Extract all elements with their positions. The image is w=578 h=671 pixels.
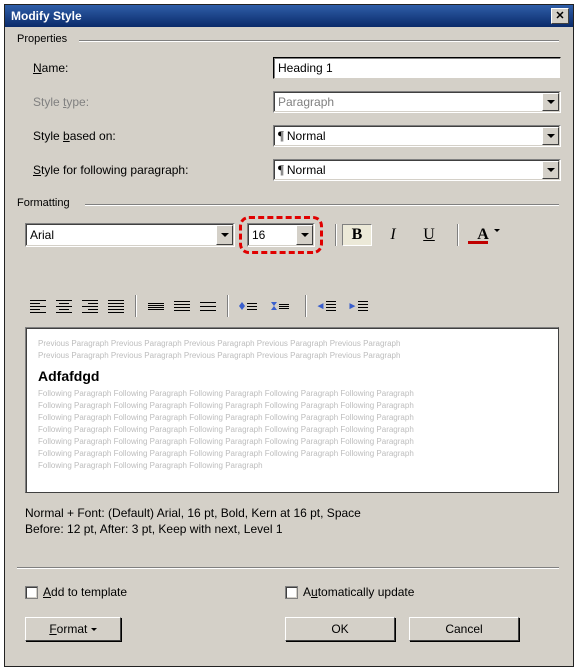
line-spacing-15-button[interactable]: [170, 295, 194, 317]
font-color-button[interactable]: A: [464, 224, 502, 246]
font-size-value: 16: [248, 228, 295, 242]
properties-group-label: Properties: [15, 33, 69, 45]
preview-follow-para: Following Paragraph Following Paragraph …: [38, 412, 546, 424]
divider: [79, 40, 559, 42]
preview-prev-para: Previous Paragraph Previous Paragraph Pr…: [38, 338, 546, 350]
bold-button[interactable]: B: [342, 224, 372, 246]
following-combo[interactable]: ¶Normal: [273, 159, 561, 181]
caret-down-icon: [547, 168, 555, 172]
window-title: Modify Style: [11, 9, 82, 23]
following-value: ¶Normal: [274, 162, 541, 178]
line-spacing-1-icon: [148, 303, 164, 310]
line-spacing-2-icon: [200, 302, 216, 311]
increase-indent-icon: ►: [348, 301, 375, 312]
space-before-decrease-button[interactable]: [268, 295, 298, 317]
preview-follow-para: Following Paragraph Following Paragraph …: [38, 388, 546, 400]
preview-follow-para: Following Paragraph Following Paragraph …: [38, 448, 546, 460]
divider: [17, 567, 559, 569]
checkbox-box: [285, 586, 298, 599]
align-right-button[interactable]: [78, 295, 102, 317]
italic-button[interactable]: I: [378, 224, 408, 246]
titlebar: Modify Style ✕: [5, 5, 573, 27]
preview-follow-para: Following Paragraph Following Paragraph …: [38, 400, 546, 412]
name-input[interactable]: Heading 1: [273, 57, 561, 79]
preview-prev-para: Previous Paragraph Previous Paragraph Pr…: [38, 350, 546, 362]
style-type-label: Style type:: [33, 95, 89, 109]
caret-down-icon: [301, 233, 309, 237]
close-button[interactable]: ✕: [551, 8, 569, 24]
caret-down-icon: [547, 134, 555, 138]
auto-update-label: Automatically update: [303, 585, 414, 599]
caret-down-icon: [221, 233, 229, 237]
cancel-label: Cancel: [445, 622, 482, 636]
caret-down-icon: [494, 232, 500, 250]
align-center-icon: [56, 300, 72, 313]
dialog-body: Properties Name: Heading 1 Style type: P…: [5, 27, 573, 666]
preview-sample-text: Adfafdgd: [38, 368, 546, 384]
increase-indent-button[interactable]: ►: [346, 295, 376, 317]
based-on-value: ¶Normal: [274, 128, 541, 144]
add-to-template-checkbox[interactable]: Add to template: [25, 585, 127, 599]
close-icon: ✕: [555, 11, 564, 22]
decrease-indent-button[interactable]: ◄: [314, 295, 344, 317]
space-before-icon: [239, 302, 263, 310]
following-label: Style for following paragraph:: [33, 163, 188, 177]
add-to-template-label: Add to template: [43, 585, 127, 599]
caret-down-icon: [91, 628, 97, 631]
preview-follow-para: Following Paragraph Following Paragraph …: [38, 460, 546, 472]
style-type-value: Paragraph: [274, 95, 541, 109]
auto-update-checkbox[interactable]: Automatically update: [285, 585, 414, 599]
font-color-bar: [468, 241, 488, 244]
cancel-button[interactable]: Cancel: [409, 617, 519, 641]
dropdown-button[interactable]: [542, 161, 559, 179]
line-spacing-2-button[interactable]: [196, 295, 220, 317]
based-on-label: Style based on:: [33, 129, 116, 143]
preview-box: Previous Paragraph Previous Paragraph Pr…: [25, 327, 559, 493]
dropdown-button[interactable]: [542, 127, 559, 145]
modify-style-dialog: Modify Style ✕ Properties Name: Heading …: [4, 4, 574, 667]
name-label: Name:: [33, 61, 68, 75]
decrease-indent-icon: ◄: [316, 301, 343, 312]
caret-down-icon: [547, 100, 555, 104]
underline-button[interactable]: U: [414, 224, 444, 246]
space-after-icon: [271, 302, 295, 310]
line-spacing-1-button[interactable]: [144, 295, 168, 317]
align-center-button[interactable]: [52, 295, 76, 317]
align-justify-button[interactable]: [104, 295, 128, 317]
ok-label: OK: [331, 622, 348, 636]
space-before-increase-button[interactable]: [236, 295, 266, 317]
formatting-group-label: Formatting: [15, 197, 72, 209]
divider: [85, 204, 559, 206]
align-left-icon: [30, 300, 46, 313]
style-description: Normal + Font: (Default) Arial, 16 pt, B…: [25, 505, 559, 537]
dropdown-button[interactable]: [216, 225, 233, 245]
format-button-label: Format: [49, 622, 87, 636]
format-menu-button[interactable]: Format: [25, 617, 121, 641]
font-name-combo[interactable]: Arial: [25, 223, 235, 247]
font-name-value: Arial: [26, 228, 215, 242]
align-right-icon: [82, 300, 98, 313]
preview-follow-para: Following Paragraph Following Paragraph …: [38, 436, 546, 448]
preview-follow-para: Following Paragraph Following Paragraph …: [38, 424, 546, 436]
style-type-combo: Paragraph: [273, 91, 561, 113]
align-left-button[interactable]: [26, 295, 50, 317]
dropdown-button[interactable]: [296, 225, 313, 245]
ok-button[interactable]: OK: [285, 617, 395, 641]
align-justify-icon: [108, 300, 124, 313]
dropdown-button: [542, 93, 559, 111]
line-spacing-15-icon: [174, 301, 190, 311]
font-size-combo[interactable]: 16: [247, 223, 315, 247]
checkbox-box: [25, 586, 38, 599]
based-on-combo[interactable]: ¶Normal: [273, 125, 561, 147]
